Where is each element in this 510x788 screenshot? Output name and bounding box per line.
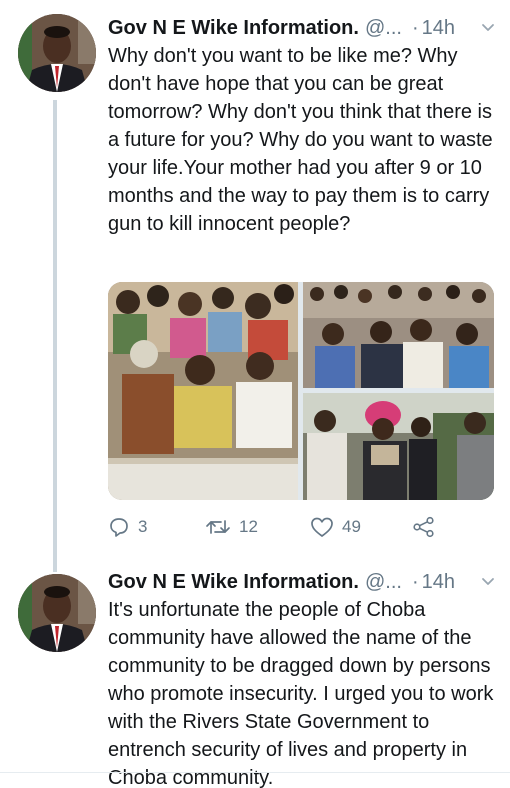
retweet-arrows-icon	[206, 520, 230, 534]
share-button[interactable]	[412, 512, 436, 542]
heart-outline-icon	[311, 517, 333, 537]
tweet-2[interactable]: Gov N E Wike Information. @... · 14h It'…	[0, 560, 510, 788]
reply-button[interactable]: 3	[108, 512, 147, 542]
media-grid[interactable]	[108, 282, 494, 500]
chevron-down-icon[interactable]	[480, 574, 496, 590]
tweet-text: Why don't you want to be like me? Why do…	[108, 45, 493, 235]
share-nodes-icon	[413, 516, 434, 538]
avatar[interactable]	[18, 574, 96, 652]
photo-speaker[interactable]	[303, 393, 494, 500]
tweet-header: Gov N E Wike Information. @... · 14h	[108, 568, 496, 596]
tweet-actions: 3 12 49	[108, 512, 494, 542]
author-name[interactable]: Gov N E Wike Information.	[108, 571, 359, 594]
photo-dignitaries[interactable]	[303, 282, 494, 388]
tweet-1[interactable]: Gov N E Wike Information. @... · 14h Why…	[0, 0, 510, 560]
retweet-count: 12	[239, 517, 258, 536]
timestamp[interactable]: 14h	[422, 17, 455, 40]
chevron-down-icon[interactable]	[480, 20, 496, 36]
separator-dot: ·	[411, 570, 419, 593]
reply-count: 3	[138, 517, 148, 536]
tweet-header: Gov N E Wike Information. @... · 14h	[108, 14, 496, 42]
like-count: 49	[342, 517, 361, 536]
divider	[0, 772, 510, 773]
avatar[interactable]	[18, 14, 96, 92]
thread-line-top	[53, 560, 57, 572]
like-button[interactable]: 49	[310, 512, 361, 542]
author-handle[interactable]: @...	[365, 571, 402, 594]
author-handle[interactable]: @...	[365, 17, 402, 40]
separator-dot: ·	[411, 16, 419, 39]
timestamp[interactable]: 14h	[422, 571, 455, 594]
retweet-button[interactable]: 12	[205, 512, 258, 542]
tweet-text: It's unfortunate the people of Choba com…	[108, 599, 494, 788]
photo-crowd-seated[interactable]	[108, 282, 298, 500]
thread-line	[53, 100, 57, 560]
speech-bubble-icon	[110, 518, 128, 537]
author-name[interactable]: Gov N E Wike Information.	[108, 17, 359, 40]
